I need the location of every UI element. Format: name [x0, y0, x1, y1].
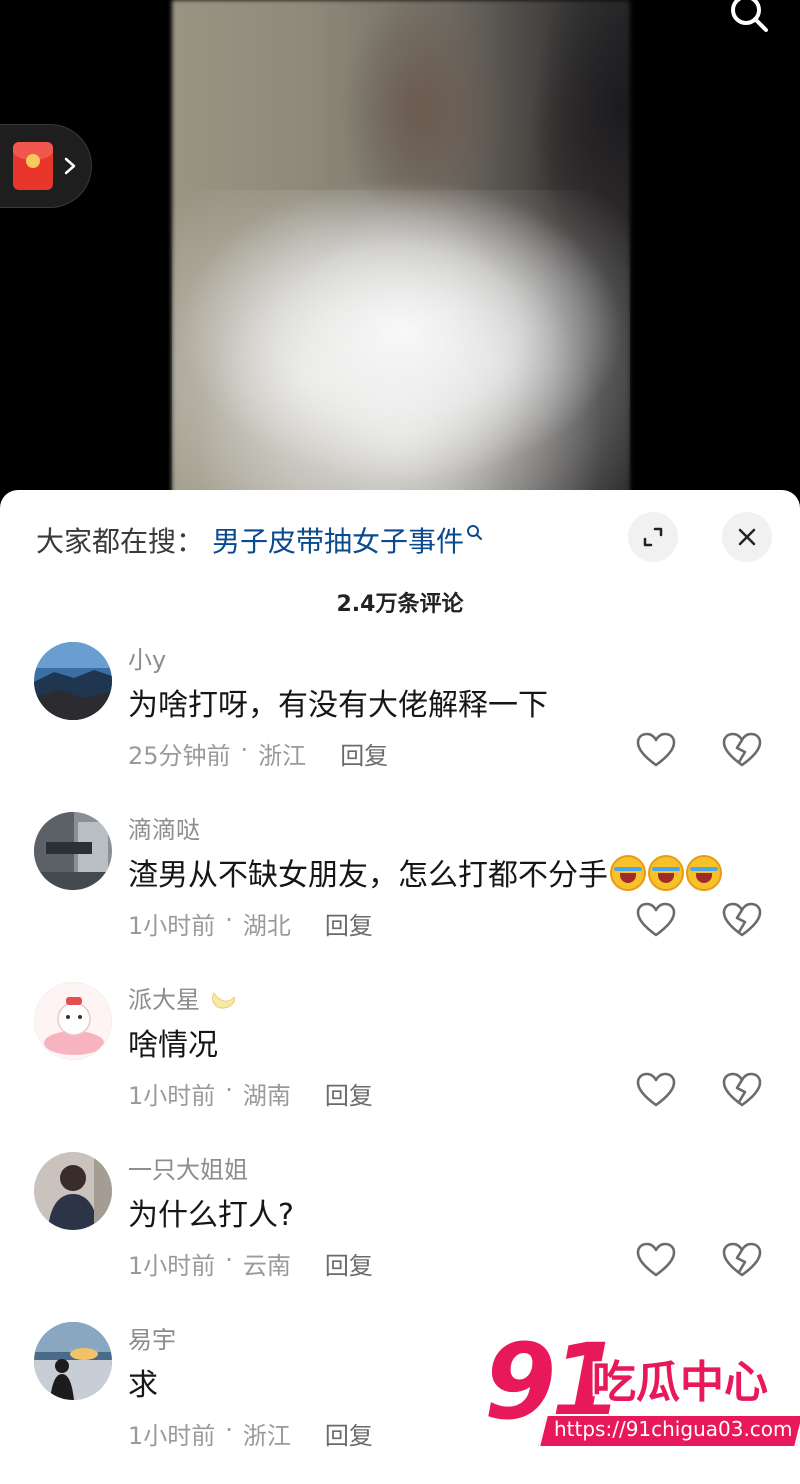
red-packet-button[interactable] — [0, 124, 92, 208]
meta-separator: · — [225, 1076, 233, 1104]
watermark-name: 吃瓜中心 — [592, 1357, 768, 1408]
comment-text: 求 — [128, 1368, 158, 1403]
comment-item: 滴滴哒 渣男从不缺女朋友，怎么打都不分手 1小时前 · 湖北 回复 — [0, 810, 800, 980]
reply-button[interactable]: 回复 — [325, 1246, 373, 1281]
close-icon — [738, 528, 756, 546]
comment-meta: 1小时前 · 浙江 回复 — [128, 1416, 373, 1451]
sheet-header: 大家都在搜： 男子皮带抽女子事件 — [0, 490, 800, 586]
reply-button[interactable]: 回复 — [325, 906, 373, 941]
meta-separator: · — [225, 1416, 233, 1444]
avatar[interactable] — [34, 1152, 112, 1230]
comment-location: 湖北 — [242, 912, 291, 940]
username[interactable]: 一只大姐姐 — [128, 1150, 248, 1185]
broken-heart-icon[interactable] — [722, 902, 762, 938]
comment-text: 为什么打人? — [128, 1198, 294, 1233]
moon-icon — [211, 992, 235, 1009]
comment-item: 派大星 啥情况 1小时前 · 湖南 回复 — [0, 980, 800, 1150]
comment-meta: 1小时前 · 湖南 回复 — [128, 1076, 373, 1111]
laugh-cry-emoji — [686, 855, 722, 891]
comment-count: 2.4万条评论 — [336, 592, 464, 617]
comment-text: 啥情况 — [128, 1028, 218, 1063]
comment-time: 1小时前 — [128, 1422, 216, 1450]
heart-icon[interactable] — [636, 902, 676, 938]
comment-time: 1小时前 — [128, 1082, 216, 1110]
expand-button[interactable] — [628, 512, 678, 562]
comment-meta: 25分钟前 · 浙江 回复 — [128, 736, 388, 771]
reply-button[interactable]: 回复 — [340, 736, 388, 771]
broken-heart-icon[interactable] — [722, 1242, 762, 1278]
heart-icon[interactable] — [636, 732, 676, 768]
comment-location: 云南 — [242, 1252, 291, 1280]
comment-item: 小y 为啥打呀，有没有大佬解释一下 25分钟前 · 浙江 回复 — [0, 640, 800, 810]
comment-text: 渣男从不缺女朋友，怎么打都不分手 — [128, 850, 722, 894]
meta-separator: · — [225, 1246, 233, 1274]
comment-location: 浙江 — [242, 1422, 291, 1450]
comment-time: 1小时前 — [128, 912, 216, 940]
avatar[interactable] — [34, 642, 112, 720]
comment-text-body: 渣男从不缺女朋友，怎么打都不分手 — [128, 858, 608, 893]
laugh-cry-emoji — [648, 855, 684, 891]
meta-separator: · — [225, 906, 233, 934]
video-player[interactable] — [0, 0, 800, 500]
comment-time: 1小时前 — [128, 1252, 216, 1280]
comment-meta: 1小时前 · 云南 回复 — [128, 1246, 373, 1281]
video-blur-overlay — [172, 190, 630, 500]
username[interactable]: 易宇 — [128, 1320, 176, 1355]
watermark-url: https://91chigua03.com — [554, 1417, 793, 1441]
chevron-right-icon — [64, 157, 76, 175]
avatar[interactable] — [34, 812, 112, 890]
close-button[interactable] — [722, 512, 772, 562]
comment-location: 浙江 — [258, 742, 307, 770]
reply-button[interactable]: 回复 — [325, 1416, 373, 1451]
comment-time: 25分钟前 — [128, 742, 231, 770]
comment-meta: 1小时前 · 湖北 回复 — [128, 906, 373, 941]
username-row: 派大星 — [128, 980, 238, 1015]
broken-heart-icon[interactable] — [722, 732, 762, 768]
expand-icon — [643, 527, 663, 547]
reply-button[interactable]: 回复 — [325, 1076, 373, 1111]
username[interactable]: 小y — [128, 640, 166, 675]
avatar[interactable] — [34, 982, 112, 1060]
search-icon[interactable] — [724, 0, 774, 34]
hot-search-label: 大家都在搜： — [36, 525, 205, 558]
comment-text: 为啥打呀，有没有大佬解释一下 — [128, 688, 548, 723]
username[interactable]: 派大星 — [128, 986, 200, 1014]
avatar[interactable] — [34, 1322, 112, 1400]
heart-icon[interactable] — [636, 1072, 676, 1108]
username[interactable]: 滴滴哒 — [128, 810, 200, 845]
hot-search-term[interactable]: 男子皮带抽女子事件 — [212, 520, 464, 560]
laugh-cry-emoji — [610, 855, 646, 891]
comment-location: 湖南 — [242, 1082, 291, 1110]
meta-separator: · — [240, 736, 249, 764]
red-packet-icon — [13, 142, 53, 190]
heart-icon[interactable] — [636, 1242, 676, 1278]
hot-search[interactable]: 大家都在搜： 男子皮带抽女子事件 — [36, 520, 484, 560]
broken-heart-icon[interactable] — [722, 1072, 762, 1108]
search-icon — [467, 525, 483, 540]
site-watermark: 91 吃瓜中心 https://91chigua03.com — [484, 1330, 800, 1456]
comment-item: 一只大姐姐 为什么打人? 1小时前 · 云南 回复 — [0, 1150, 800, 1320]
